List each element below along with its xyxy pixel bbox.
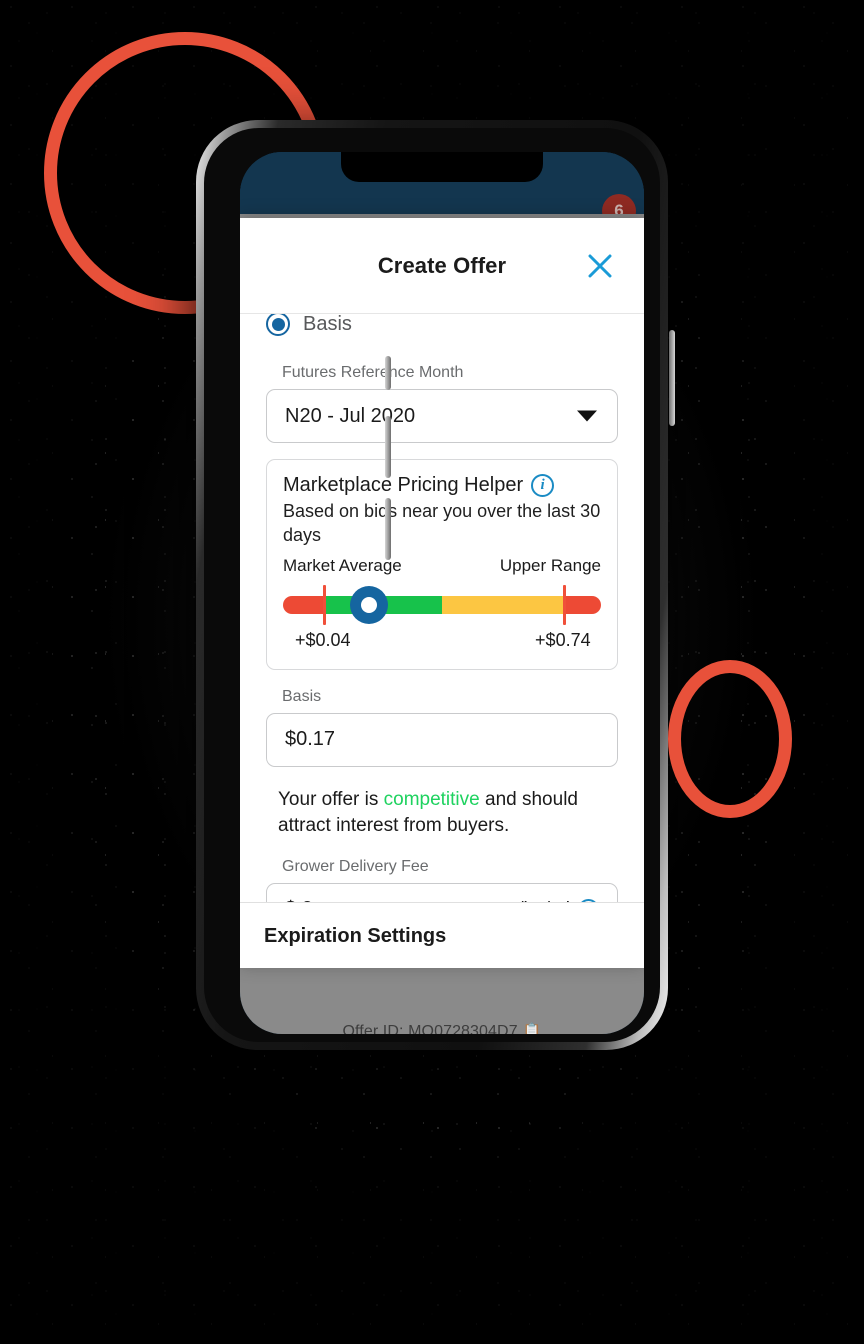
basis-value: $0.17 bbox=[285, 728, 336, 750]
highlight-circle-right bbox=[668, 660, 792, 818]
futures-month-value: N20 - Jul 2020 bbox=[285, 404, 416, 427]
slider-handle[interactable] bbox=[349, 585, 388, 624]
slider-track bbox=[283, 595, 601, 614]
phone-frame: 6 Offer ID: MO0728304D7📋 Subtotal$0.20 bbox=[196, 120, 668, 1050]
futures-month-label: Futures Reference Month bbox=[282, 364, 464, 381]
scale-value-row: +$0.04 +$0.74 bbox=[283, 630, 601, 656]
marketplace-pricing-helper-card: Marketplace Pricing Helper i Based on bi… bbox=[266, 459, 618, 670]
tick-market-average bbox=[322, 584, 326, 625]
offer-id-label: Offer ID: MO0728304D7 bbox=[342, 1023, 518, 1034]
futures-month-select[interactable]: N20 - Jul 2020 bbox=[266, 389, 618, 443]
scale-caption-row: Market Average Upper Range bbox=[283, 556, 601, 576]
market-average-caption: Market Average bbox=[283, 555, 402, 575]
helper-title: Marketplace Pricing Helper bbox=[283, 474, 524, 496]
offer-feedback-text: Your offer is competitive and should att… bbox=[278, 787, 618, 840]
feedback-prefix: Your offer is bbox=[278, 788, 384, 810]
grower-delivery-fee-input[interactable]: $.2 /bu/mi ? bbox=[266, 882, 618, 902]
segment-low-red bbox=[283, 595, 323, 614]
feedback-highlight: competitive bbox=[383, 788, 480, 810]
tick-upper-range bbox=[562, 584, 566, 625]
close-icon[interactable] bbox=[584, 250, 616, 282]
radio-selected-icon[interactable] bbox=[266, 314, 290, 336]
copy-icon[interactable]: 📋 bbox=[523, 1022, 542, 1034]
offer-id-text: Offer ID: MO0728304D7 📋 bbox=[240, 1022, 644, 1034]
expiration-settings-title: Expiration Settings bbox=[264, 925, 447, 947]
basis-label: Basis bbox=[282, 687, 322, 705]
volume-down-button[interactable] bbox=[385, 498, 391, 560]
power-button[interactable] bbox=[669, 330, 675, 426]
silence-switch[interactable] bbox=[385, 356, 391, 390]
helper-title-row: Marketplace Pricing Helper i bbox=[283, 474, 601, 497]
grower-delivery-fee-label: Grower Delivery Fee bbox=[282, 857, 429, 875]
upper-range-value: +$0.74 bbox=[535, 629, 591, 650]
chevron-down-icon bbox=[577, 410, 597, 422]
upper-range-caption: Upper Range bbox=[499, 555, 601, 575]
modal-header: Create Offer bbox=[240, 218, 644, 314]
segment-high-red bbox=[562, 595, 601, 614]
pricing-range-slider[interactable] bbox=[283, 582, 601, 628]
helper-subtitle: Based on bids near you over the last 30 … bbox=[283, 501, 601, 545]
question-mark-icon[interactable]: ? bbox=[578, 899, 599, 902]
pricing-type-label: Basis bbox=[303, 314, 352, 335]
phone-notch bbox=[341, 152, 543, 182]
phone-bezel: 6 Offer ID: MO0728304D7📋 Subtotal$0.20 bbox=[204, 128, 660, 1042]
phone-screen: 6 Offer ID: MO0728304D7📋 Subtotal$0.20 bbox=[240, 152, 644, 1034]
modal-body: Basis Futures Reference Month N20 - Jul … bbox=[240, 314, 644, 902]
create-offer-modal: Create Offer Basis Futures Reference Mon… bbox=[240, 218, 644, 968]
fee-unit-label: /bu/mi bbox=[518, 899, 570, 902]
segment-yellow bbox=[442, 595, 563, 614]
expiration-settings-section: Expiration Settings bbox=[240, 902, 644, 968]
market-average-value: +$0.04 bbox=[294, 629, 351, 650]
basis-input[interactable]: $0.17 bbox=[266, 712, 618, 767]
screenshot-stage: 6 Offer ID: MO0728304D7📋 Subtotal$0.20 bbox=[0, 0, 864, 1344]
volume-up-button[interactable] bbox=[385, 416, 391, 478]
page-title: Create Offer bbox=[377, 252, 507, 278]
fee-unit-group: /bu/mi ? bbox=[518, 899, 599, 902]
grower-delivery-fee-value: $.2 bbox=[285, 898, 313, 902]
info-icon[interactable]: i bbox=[531, 474, 555, 497]
pricing-type-basis-option[interactable]: Basis bbox=[266, 314, 618, 346]
